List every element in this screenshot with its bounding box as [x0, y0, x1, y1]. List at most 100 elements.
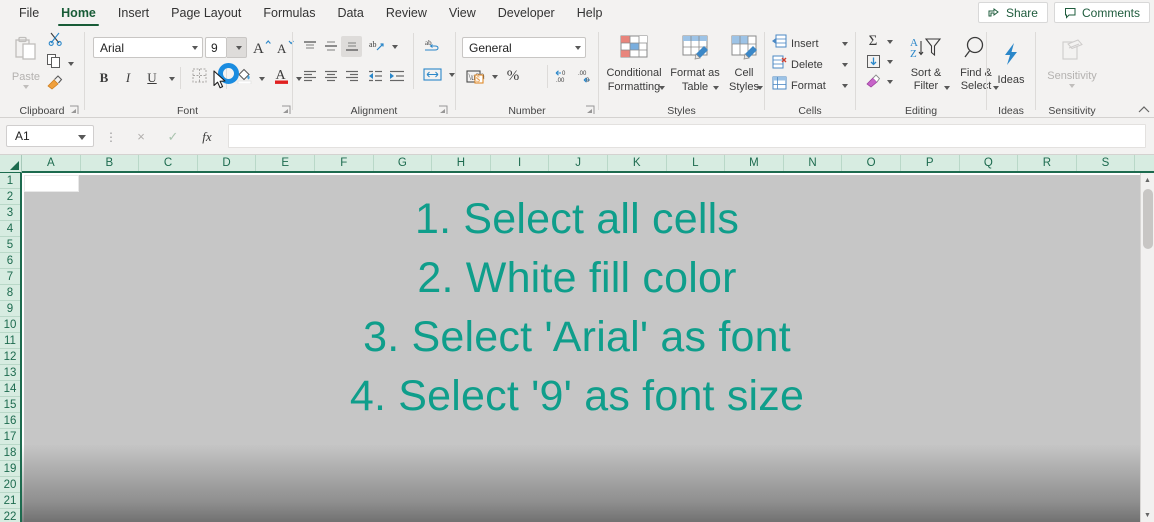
- share-button[interactable]: Share: [977, 2, 1048, 23]
- fill-color-button[interactable]: [232, 65, 256, 90]
- column-header-d[interactable]: D: [198, 155, 257, 171]
- align-right-button[interactable]: [341, 65, 362, 86]
- row-header-17[interactable]: 17: [0, 429, 20, 445]
- insert-chevron-down-icon[interactable]: [842, 42, 848, 46]
- number-format-chevron-down-icon[interactable]: [575, 45, 581, 50]
- row-header-22[interactable]: 22: [0, 509, 20, 522]
- vertical-scroll-thumb[interactable]: [1143, 189, 1153, 249]
- row-header-10[interactable]: 10: [0, 317, 20, 333]
- column-header-i[interactable]: I: [491, 155, 550, 171]
- ideas-button[interactable]: Ideas: [992, 39, 1030, 89]
- ribbon-tab-insert[interactable]: Insert: [107, 0, 160, 27]
- row-header-20[interactable]: 20: [0, 477, 20, 493]
- column-header-o[interactable]: O: [842, 155, 901, 171]
- clipboard-dialog-launcher[interactable]: [68, 103, 80, 115]
- row-header-18[interactable]: 18: [0, 445, 20, 461]
- delete-cells-button[interactable]: Delete: [770, 54, 838, 75]
- merge-center-button[interactable]: [420, 63, 444, 86]
- collapse-ribbon-button[interactable]: [1136, 102, 1152, 116]
- ribbon-tab-review[interactable]: Review: [375, 0, 438, 27]
- fill-down-button[interactable]: [862, 52, 884, 71]
- wrap-text-button[interactable]: ab: [420, 35, 444, 57]
- ribbon-tab-page-layout[interactable]: Page Layout: [160, 0, 252, 27]
- format-chevron-down-icon[interactable]: [842, 84, 848, 88]
- bold-button[interactable]: B: [93, 67, 115, 89]
- row-header-7[interactable]: 7: [0, 269, 20, 285]
- conditional-formatting-button[interactable]: Conditional Formatting: [601, 32, 667, 94]
- font-name-chevron-down-icon[interactable]: [192, 45, 198, 50]
- format-as-table-button[interactable]: Format as Table: [669, 32, 721, 94]
- row-header-4[interactable]: 4: [0, 221, 20, 237]
- number-dialog-launcher[interactable]: [584, 103, 596, 115]
- row-header-13[interactable]: 13: [0, 365, 20, 381]
- accounting-format-button[interactable]: \u20ac $: [462, 65, 488, 88]
- conditional-formatting-chevron-down-icon[interactable]: [659, 86, 665, 90]
- row-header-11[interactable]: 11: [0, 333, 20, 349]
- row-header-12[interactable]: 12: [0, 349, 20, 365]
- decrease-decimal-button[interactable]: .00 0: [574, 65, 596, 88]
- orientation-button[interactable]: ab: [366, 36, 388, 57]
- row-header-14[interactable]: 14: [0, 381, 20, 397]
- row-header-8[interactable]: 8: [0, 285, 20, 301]
- column-header-e[interactable]: E: [256, 155, 315, 171]
- row-header-21[interactable]: 21: [0, 493, 20, 509]
- ribbon-tab-formulas[interactable]: Formulas: [252, 0, 326, 27]
- sensitivity-button[interactable]: Sensitivity: [1041, 35, 1103, 91]
- sort-filter-button[interactable]: A Z Sort & Filter: [900, 32, 952, 94]
- font-size-chevron-down-icon[interactable]: [236, 45, 242, 50]
- row-header-15[interactable]: 15: [0, 397, 20, 413]
- row-header-9[interactable]: 9: [0, 301, 20, 317]
- number-format-combobox[interactable]: General: [462, 37, 586, 58]
- ribbon-tab-help[interactable]: Help: [566, 0, 614, 27]
- cut-button[interactable]: [44, 31, 66, 51]
- column-header-a[interactable]: A: [22, 155, 81, 171]
- cancel-formula-button[interactable]: ×: [130, 127, 152, 146]
- fill-color-chevron-down-icon[interactable]: [259, 77, 265, 81]
- row-header-2[interactable]: 2: [0, 189, 20, 205]
- comma-style-button[interactable]: : [524, 65, 544, 88]
- percent-style-button[interactable]: %: [502, 65, 524, 88]
- accounting-chevron-down-icon[interactable]: [492, 75, 498, 79]
- borders-chevron-down-icon[interactable]: [215, 77, 221, 81]
- column-header-k[interactable]: K: [608, 155, 667, 171]
- font-size-input[interactable]: 9: [205, 37, 227, 58]
- copy-button[interactable]: [42, 53, 66, 73]
- name-box-chevron-down-icon[interactable]: [78, 135, 86, 140]
- format-as-table-chevron-down-icon[interactable]: [713, 86, 719, 90]
- column-header-g[interactable]: G: [374, 155, 433, 171]
- format-cells-button[interactable]: Format: [770, 75, 838, 96]
- ribbon-tab-home[interactable]: Home: [50, 0, 107, 27]
- align-left-button[interactable]: [299, 65, 320, 86]
- active-cell-a1[interactable]: [24, 175, 79, 192]
- column-header-h[interactable]: H: [432, 155, 491, 171]
- select-all-corner-button[interactable]: [0, 155, 22, 173]
- increase-decimal-button[interactable]: 0 .00: [552, 65, 574, 88]
- orientation-chevron-down-icon[interactable]: [392, 45, 398, 49]
- row-header-3[interactable]: 3: [0, 205, 20, 221]
- formula-input[interactable]: [228, 124, 1146, 148]
- delete-chevron-down-icon[interactable]: [842, 63, 848, 67]
- align-center-button[interactable]: [320, 65, 341, 86]
- underline-button[interactable]: U: [141, 67, 163, 89]
- fill-chevron-down-icon[interactable]: [887, 60, 893, 64]
- formula-bar-handle[interactable]: ⋮: [105, 130, 117, 144]
- borders-button[interactable]: [187, 67, 211, 89]
- alignment-dialog-launcher[interactable]: [437, 103, 449, 115]
- ribbon-tab-file[interactable]: File: [8, 0, 50, 27]
- column-header-r[interactable]: R: [1018, 155, 1077, 171]
- font-name-combobox[interactable]: Arial: [93, 37, 203, 58]
- scroll-up-arrow-icon[interactable]: ▲: [1141, 173, 1154, 187]
- copy-chevron-down-icon[interactable]: [68, 62, 74, 66]
- column-header-f[interactable]: F: [315, 155, 374, 171]
- cells-area[interactable]: [24, 175, 1140, 522]
- increase-indent-button[interactable]: [386, 65, 408, 86]
- row-header-6[interactable]: 6: [0, 253, 20, 269]
- column-header-l[interactable]: L: [667, 155, 726, 171]
- column-header-p[interactable]: P: [901, 155, 960, 171]
- cell-styles-button[interactable]: Cell Styles: [723, 32, 765, 94]
- row-header-1[interactable]: 1: [0, 173, 20, 189]
- paste-chevron-down-icon[interactable]: [23, 84, 29, 89]
- italic-button[interactable]: I: [117, 67, 139, 89]
- autosum-button[interactable]: Σ: [862, 32, 884, 51]
- column-header-b[interactable]: B: [81, 155, 140, 171]
